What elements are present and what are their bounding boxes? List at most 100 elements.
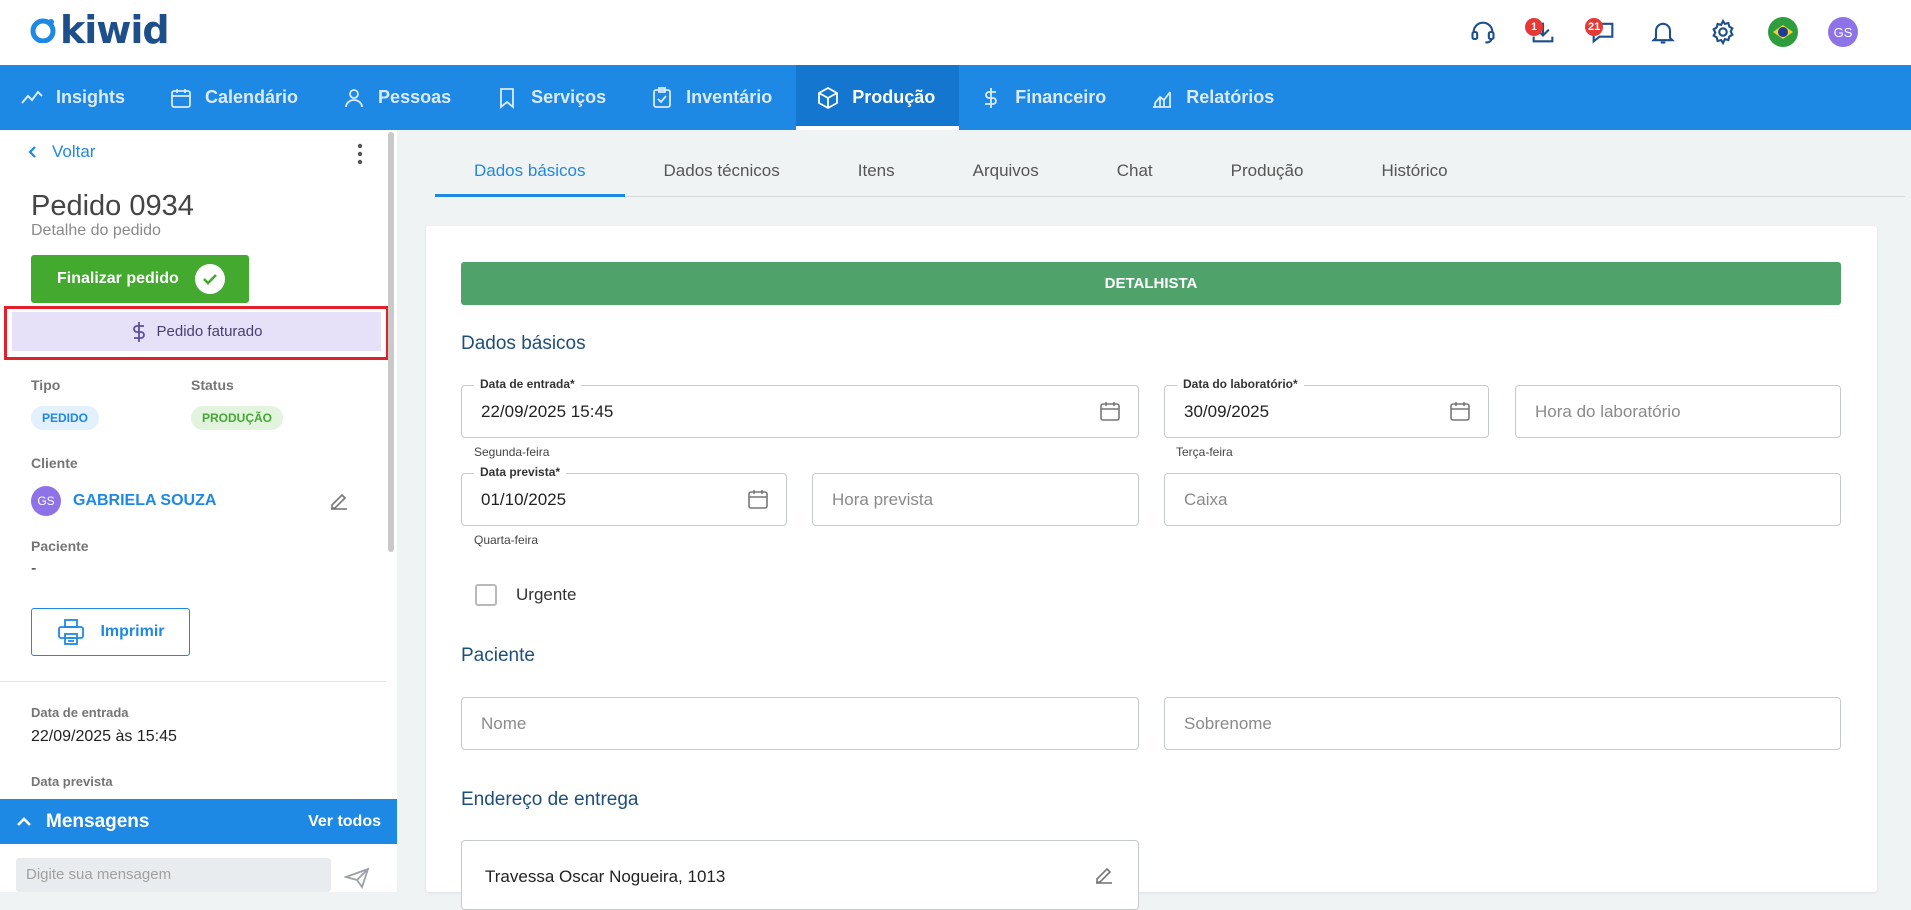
box-placeholder: Caixa (1184, 490, 1228, 509)
calendar-icon[interactable] (746, 487, 770, 511)
lab-time-placeholder: Hora do laboratório (1535, 402, 1681, 421)
entry-date-field-value: 22/09/2025 15:45 (481, 402, 614, 421)
print-label: Imprimir (100, 623, 165, 640)
lab-time-field[interactable]: Hora do laboratório (1515, 385, 1841, 438)
sidebar-scrollbar[interactable] (388, 132, 394, 552)
bell-icon[interactable] (1633, 14, 1693, 50)
edit-address-icon[interactable] (1093, 863, 1115, 885)
urgent-checkbox[interactable] (475, 584, 497, 606)
status-badge: PRODUÇÃO (191, 406, 284, 430)
nav-item-inventario[interactable]: Inventário (630, 65, 796, 130)
form-card (426, 226, 1877, 892)
due-date-field[interactable]: Data prevista* 01/10/2025 (461, 465, 787, 526)
delivery-address-card[interactable]: Travessa Oscar Nogueira, 1013 (461, 840, 1139, 910)
brazil-flag-icon[interactable] (1753, 14, 1813, 50)
print-button[interactable]: Imprimir (31, 608, 190, 656)
highlight-box: Pedido faturado (4, 306, 389, 360)
lab-date-field[interactable]: Data do laboratório* 30/09/2025 (1164, 377, 1489, 438)
due-time-field[interactable]: Hora prevista (812, 473, 1139, 526)
lab-date-field-label: Data do laboratório* (1177, 377, 1304, 391)
section-address-title: Endereço de entrega (461, 789, 639, 810)
due-date-label: Data prevista (31, 774, 113, 789)
person-icon (345, 88, 363, 107)
order-tabs: Dados básicos Dados técnicos Itens Arqui… (435, 145, 1905, 197)
gear-icon[interactable] (1693, 14, 1753, 50)
delivery-address-value: Travessa Oscar Nogueira, 1013 (485, 867, 726, 886)
client-name[interactable]: GABRIELA SOUZA (73, 492, 216, 510)
patient-label: Paciente (31, 538, 89, 554)
calendar-icon[interactable] (1448, 399, 1472, 423)
due-date-helper: Quarta-feira (474, 533, 539, 547)
flag-shape (1768, 17, 1798, 47)
lab-date-field-value: 30/09/2025 (1184, 402, 1270, 421)
tab-itens[interactable]: Itens (819, 145, 934, 196)
tab-dados-tecnicos[interactable]: Dados técnicos (625, 145, 819, 196)
page-title: Pedido 0934 (31, 190, 194, 222)
messages-bar[interactable]: Mensagens Ver todos (0, 799, 397, 844)
section-basic-title: Dados básicos (461, 333, 586, 354)
nav-item-calendario[interactable]: Calendário (149, 65, 322, 130)
tab-dados-basicos[interactable]: Dados básicos (435, 145, 625, 197)
urgent-label: Urgente (516, 585, 577, 604)
chart-icon (1153, 90, 1172, 108)
chat-icon[interactable]: 21 (1573, 14, 1633, 50)
nav-label: Inventário (686, 87, 773, 107)
last-name-field[interactable]: Sobrenome (1164, 697, 1841, 750)
chevron-up-icon (17, 816, 31, 826)
edit-client-icon[interactable] (328, 489, 350, 511)
box-field[interactable]: Caixa (1164, 473, 1841, 526)
nav-label: Pessoas (378, 87, 452, 107)
clipboard-check-icon (653, 86, 672, 108)
back-button[interactable]: Voltar (26, 142, 95, 162)
avatar: GS (1828, 17, 1858, 47)
nav-item-producao[interactable]: Produção (796, 65, 960, 130)
entry-date-helper: Segunda-feira (474, 445, 550, 459)
top-header: kiwid 1 21 GS (0, 0, 1911, 65)
trend-icon (21, 89, 43, 104)
nav-label: Financeiro (1015, 87, 1107, 107)
finish-label: Finalizar pedido (57, 270, 179, 287)
download-icon[interactable]: 1 (1513, 14, 1573, 50)
send-icon[interactable] (344, 867, 370, 889)
tab-producao[interactable]: Produção (1192, 145, 1343, 196)
tab-arquivos[interactable]: Arquivos (934, 145, 1078, 196)
invoiced-status-button[interactable]: Pedido faturado (12, 312, 381, 351)
nav-item-insights[interactable]: Insights (0, 65, 149, 130)
calendar-icon[interactable] (1098, 399, 1122, 423)
cube-icon (818, 86, 839, 109)
nav-item-financeiro[interactable]: Financeiro (959, 65, 1130, 130)
view-all-link[interactable]: Ver todos (308, 813, 381, 831)
entry-date-field[interactable]: Data de entrada* 22/09/2025 15:45 (461, 377, 1139, 438)
entry-date-label: Data de entrada (31, 705, 129, 720)
kiwid-logo[interactable]: kiwid (30, 11, 170, 49)
type-label: Tipo (31, 377, 61, 393)
back-label: Voltar (52, 142, 96, 161)
download-badge: 1 (1525, 18, 1543, 36)
nav-item-servicos[interactable]: Serviços (475, 65, 630, 130)
dollar-icon (132, 321, 145, 342)
nav-item-pessoas[interactable]: Pessoas (322, 65, 475, 130)
nav-label: Calendário (205, 87, 299, 107)
lab-date-helper: Terça-feira (1176, 445, 1233, 459)
patient-value: - (31, 560, 37, 577)
last-name-placeholder: Sobrenome (1184, 714, 1272, 733)
headset-icon[interactable] (1453, 14, 1513, 50)
tab-chat[interactable]: Chat (1078, 145, 1192, 196)
nav-item-relatorios[interactable]: Relatórios (1130, 65, 1298, 130)
type-chip: PEDIDO (31, 406, 100, 430)
finish-order-button[interactable]: Finalizar pedido (31, 255, 249, 303)
tab-historico[interactable]: Histórico (1342, 145, 1486, 196)
check-icon (194, 264, 225, 294)
client-avatar: GS (31, 486, 61, 516)
first-name-field[interactable]: Nome (461, 697, 1139, 750)
client-label: Cliente (31, 455, 78, 471)
due-time-placeholder: Hora prevista (832, 490, 934, 509)
message-input[interactable]: Digite sua mensagem (16, 858, 331, 892)
detalhista-banner: DETALHISTA (461, 262, 1841, 305)
client-row[interactable]: GS GABRIELA SOUZA (31, 486, 216, 516)
printer-icon (58, 619, 85, 645)
section-patient-title: Paciente (461, 645, 535, 666)
top-icons: 1 21 GS (1453, 14, 1873, 50)
user-avatar[interactable]: GS (1813, 14, 1873, 50)
more-options-icon[interactable] (352, 142, 368, 166)
